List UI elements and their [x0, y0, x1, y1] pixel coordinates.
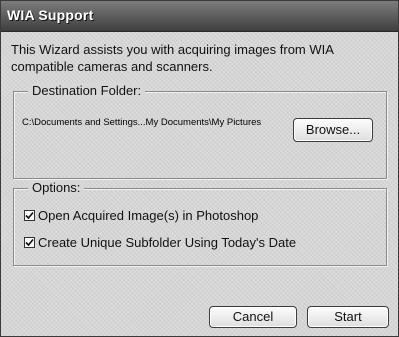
destination-folder-group: Destination Folder: C:\Documents and Set…	[13, 83, 387, 179]
wia-support-dialog: WIA Support This Wizard assists you with…	[0, 0, 399, 337]
browse-button[interactable]: Browse...	[293, 118, 373, 142]
destination-folder-legend: Destination Folder:	[28, 83, 146, 98]
options-legend: Options:	[28, 180, 85, 195]
open-in-photoshop-option[interactable]: Open Acquired Image(s) in Photoshop	[24, 207, 258, 223]
unique-subfolder-label: Create Unique Subfolder Using Today's Da…	[38, 234, 297, 250]
open-in-photoshop-checkbox[interactable]	[24, 209, 35, 221]
destination-path: C:\Documents and Settings...My Documents…	[22, 117, 262, 128]
window-title: WIA Support	[7, 7, 94, 23]
checkmark-icon	[25, 238, 34, 246]
title-bar[interactable]: WIA Support	[1, 1, 398, 32]
unique-subfolder-option[interactable]: Create Unique Subfolder Using Today's Da…	[24, 234, 296, 250]
open-in-photoshop-label: Open Acquired Image(s) in Photoshop	[38, 207, 259, 223]
unique-subfolder-checkbox[interactable]	[24, 236, 35, 248]
checkmark-icon	[25, 211, 34, 219]
intro-text: This Wizard assists you with acquiring i…	[11, 42, 334, 74]
start-button[interactable]: Start	[307, 306, 389, 328]
cancel-button[interactable]: Cancel	[209, 306, 297, 328]
options-group: Options: Open Acquired Image(s) in Photo…	[13, 180, 387, 266]
